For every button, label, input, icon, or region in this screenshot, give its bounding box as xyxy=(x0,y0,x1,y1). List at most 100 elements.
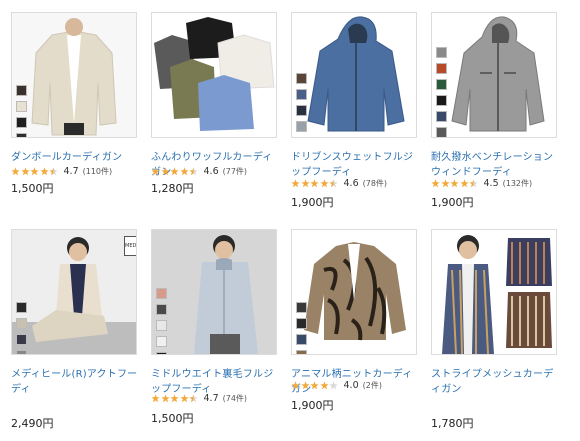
color-swatch[interactable] xyxy=(156,320,167,331)
product-card[interactable]: 耐久撥水ベンチレーションウィンドフーディ 4.5 (132件) 1,900円 xyxy=(431,12,559,224)
color-swatch[interactable] xyxy=(16,318,27,329)
rating-score: 4.7 xyxy=(63,165,79,177)
star-icon xyxy=(151,166,160,175)
product-card[interactable]: ストライプメッシュカーディガン 1,780円 xyxy=(431,229,559,441)
star-icon xyxy=(459,178,469,187)
rating-score: 4.6 xyxy=(203,165,219,177)
color-swatch[interactable] xyxy=(156,352,167,354)
product-image[interactable] xyxy=(151,12,277,138)
star-icon xyxy=(440,178,450,187)
color-swatch[interactable] xyxy=(16,302,27,313)
price: 1,280円 xyxy=(151,182,194,195)
star-icon xyxy=(300,178,310,187)
product-name[interactable]: メディヒール(R)アクトフーディ xyxy=(11,367,141,397)
color-swatch[interactable] xyxy=(296,137,307,138)
star-icon xyxy=(300,380,310,389)
price: 1,900円 xyxy=(431,196,474,209)
color-swatch[interactable] xyxy=(296,350,307,354)
price: 1,780円 xyxy=(431,417,474,430)
color-swatch[interactable] xyxy=(436,95,447,106)
rating-score: 4.0 xyxy=(343,379,359,391)
product-image[interactable] xyxy=(291,229,417,355)
price: 1,900円 xyxy=(291,399,334,412)
product-grid: ダンボールカーディガン 4.7 (110件) 1,500円 ふんわりワッフルカー… xyxy=(0,0,580,441)
color-swatch[interactable] xyxy=(156,304,167,315)
product-name[interactable]: ドリブンスウェットフルジップフーディ xyxy=(291,150,421,180)
star-icon xyxy=(151,393,160,402)
color-swatches xyxy=(296,302,307,354)
star-icon xyxy=(450,178,459,187)
color-swatch[interactable] xyxy=(436,47,447,58)
product-card[interactable]: ミドルウエイト裏毛フルジップフーディ 4.7 (74件) 1,500円 xyxy=(151,229,279,441)
star-icon xyxy=(160,393,170,402)
color-swatch[interactable] xyxy=(296,105,307,116)
brand-logo: MEDIHEAL xyxy=(124,236,136,256)
price: 1,900円 xyxy=(291,196,334,209)
star-rating-icon xyxy=(431,178,479,188)
price: 2,490円 xyxy=(11,417,54,430)
color-swatch[interactable] xyxy=(436,127,447,137)
review-count: (74件) xyxy=(222,393,248,403)
color-swatch[interactable] xyxy=(296,121,307,132)
star-icon xyxy=(310,178,319,187)
review-count: (2件) xyxy=(362,380,382,390)
product-card[interactable]: ふんわりワッフルカーディガン 4.6 (77件) 1,280円 xyxy=(151,12,279,224)
product-name[interactable]: ダンボールカーディガン xyxy=(11,150,141,165)
color-swatch[interactable] xyxy=(296,73,307,84)
color-swatch[interactable] xyxy=(296,89,307,100)
product-card[interactable]: ドリブンスウェットフルジップフーディ 4.6 (78件) 1,900円 xyxy=(291,12,419,224)
star-icon xyxy=(179,166,189,175)
review-count: (132件) xyxy=(502,178,533,188)
rating: 4.5 (132件) xyxy=(431,177,532,189)
color-swatch[interactable] xyxy=(296,302,307,313)
rating: 4.6 (78件) xyxy=(291,177,387,189)
product-card[interactable]: アニマル柄ニットカーディガン 4.0 (2件) 1,900円 xyxy=(291,229,419,441)
color-swatch[interactable] xyxy=(16,117,27,128)
rating: 4.7 (74件) xyxy=(151,392,247,404)
rating-score: 4.5 xyxy=(483,177,499,189)
color-swatch[interactable] xyxy=(156,288,167,299)
rating: 4.6 (77件) xyxy=(151,165,247,177)
product-card[interactable]: ダンボールカーディガン 4.7 (110件) 1,500円 xyxy=(11,12,139,224)
color-swatch[interactable] xyxy=(16,350,27,354)
star-icon xyxy=(189,166,198,175)
color-swatches xyxy=(16,302,27,354)
color-swatch[interactable] xyxy=(436,111,447,122)
star-icon xyxy=(39,166,49,175)
color-swatch[interactable] xyxy=(436,79,447,90)
product-image[interactable] xyxy=(431,12,557,138)
product-image[interactable] xyxy=(11,12,137,138)
product-image[interactable] xyxy=(431,229,557,355)
star-icon xyxy=(291,178,300,187)
color-swatch[interactable] xyxy=(296,334,307,345)
color-swatch[interactable] xyxy=(436,63,447,74)
star-icon xyxy=(189,393,198,402)
color-swatch[interactable] xyxy=(16,101,27,112)
color-swatch[interactable] xyxy=(156,336,167,347)
color-swatch[interactable] xyxy=(16,85,27,96)
star-icon xyxy=(170,393,179,402)
rating: 4.7 (110件) xyxy=(11,165,112,177)
price: 1,500円 xyxy=(11,182,54,195)
star-rating-icon xyxy=(151,166,199,176)
color-swatch[interactable] xyxy=(296,318,307,329)
star-icon xyxy=(291,380,300,389)
star-rating-icon xyxy=(151,393,199,403)
review-count: (77件) xyxy=(222,166,248,176)
star-icon xyxy=(170,166,179,175)
color-swatches xyxy=(296,73,307,138)
star-icon xyxy=(329,380,338,389)
color-swatches xyxy=(436,47,447,137)
review-count: (78件) xyxy=(362,178,388,188)
color-swatch[interactable] xyxy=(16,133,27,137)
product-image[interactable] xyxy=(291,12,417,138)
review-count: (110件) xyxy=(82,166,113,176)
product-image[interactable]: MEDIHEAL xyxy=(11,229,137,355)
rating-score: 4.7 xyxy=(203,392,219,404)
color-swatch[interactable] xyxy=(16,334,27,345)
product-name[interactable]: ストライプメッシュカーディガン xyxy=(431,367,561,397)
product-image[interactable] xyxy=(151,229,277,355)
product-card[interactable]: MEDIHEAL メディヒール(R)アクトフーディ 2,490円 xyxy=(11,229,139,441)
color-swatches xyxy=(156,288,167,354)
product-name[interactable]: 耐久撥水ベンチレーションウィンドフーディ xyxy=(431,150,561,180)
